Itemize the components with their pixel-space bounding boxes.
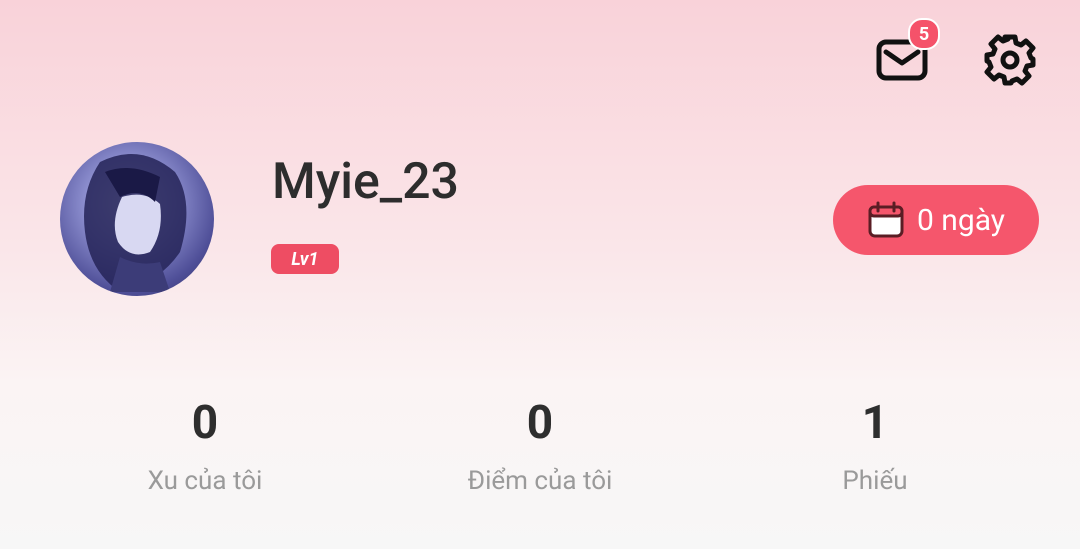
stat-label: Điểm của tôi xyxy=(467,466,613,496)
checkin-label: 0 ngày xyxy=(916,202,1005,238)
stat-label: Phiếu xyxy=(842,466,908,496)
stat-label: Xu của tôi xyxy=(147,466,263,496)
avatar[interactable] xyxy=(60,142,214,296)
mail-badge: 5 xyxy=(908,18,940,50)
stat-coins[interactable]: 0 Xu của tôi xyxy=(25,396,385,496)
gear-icon xyxy=(984,34,1036,86)
stat-value: 0 xyxy=(526,396,554,450)
top-actions: 5 xyxy=(872,18,1040,90)
username: Myie_23 xyxy=(272,153,459,211)
stats-row: 0 Xu của tôi 0 Điểm của tôi 1 Phiếu xyxy=(0,396,1080,496)
settings-button[interactable] xyxy=(980,30,1040,90)
level-badge: Lv1 xyxy=(271,244,339,274)
stat-value: 1 xyxy=(861,396,889,450)
mail-button[interactable]: 5 xyxy=(872,18,940,90)
stat-value: 0 xyxy=(191,396,219,450)
checkin-button[interactable]: 0 ngày xyxy=(833,185,1039,255)
stat-vouchers[interactable]: 1 Phiếu xyxy=(695,396,1055,496)
calendar-icon xyxy=(868,201,904,238)
stat-points[interactable]: 0 Điểm của tôi xyxy=(360,396,720,496)
